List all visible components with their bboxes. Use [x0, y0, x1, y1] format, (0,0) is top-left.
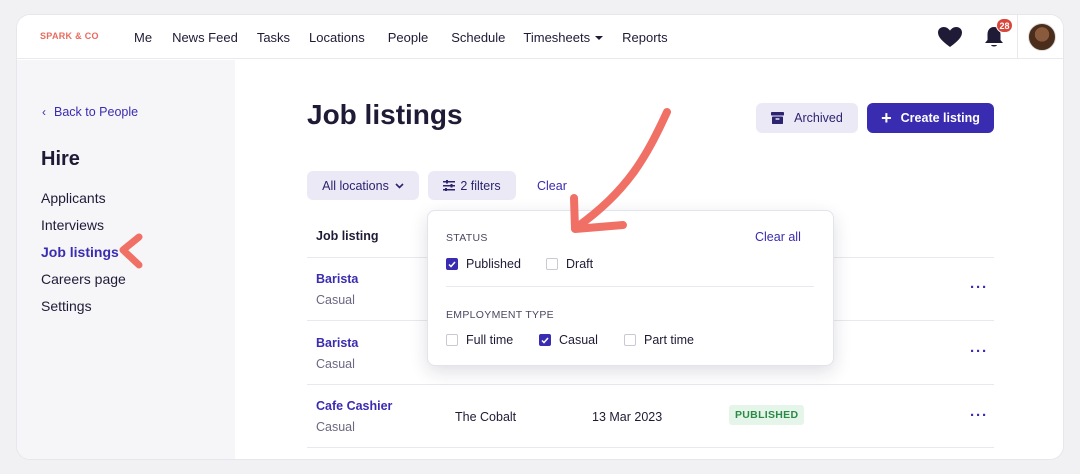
checkbox-icon[interactable]: [624, 334, 636, 346]
sidebar-item-settings[interactable]: Settings: [41, 298, 92, 314]
status-heading: STATUS: [446, 232, 488, 244]
nav-item-tasks[interactable]: Tasks: [257, 30, 290, 45]
heart-icon[interactable]: [937, 26, 963, 48]
column-header-job-listing: Job listing: [316, 229, 379, 243]
brand-logo[interactable]: SPARK & CO: [40, 31, 99, 41]
all-locations-label: All locations: [322, 178, 389, 193]
more-options-icon[interactable]: ···: [970, 279, 988, 296]
job-listing-name[interactable]: Barista: [316, 272, 358, 286]
archived-label: Archived: [794, 111, 843, 125]
archive-icon: [771, 112, 785, 124]
job-listing-type: Casual: [316, 293, 355, 307]
filters-dropdown-panel: STATUS Clear all Published Draft EMPLOYM…: [427, 210, 834, 366]
app-window: SPARK & CO Me News Feed Tasks Locations …: [16, 14, 1064, 460]
checkbox-icon[interactable]: [446, 334, 458, 346]
sidebar-item-job-listings[interactable]: Job listings: [41, 244, 119, 260]
employment-option-label: Casual: [559, 333, 598, 347]
sidebar-item-careers-page[interactable]: Careers page: [41, 271, 126, 287]
clear-all-link[interactable]: Clear all: [755, 230, 801, 244]
nav-item-timesheets-label: Timesheets: [523, 29, 591, 45]
status-option-published[interactable]: Published: [446, 257, 521, 271]
nav-item-locations[interactable]: Locations: [309, 30, 365, 45]
employment-option-part-time[interactable]: Part time: [624, 333, 694, 347]
user-avatar[interactable]: [1028, 23, 1056, 51]
caret-down-icon: [595, 36, 604, 41]
top-navigation: SPARK & CO Me News Feed Tasks Locations …: [17, 15, 1063, 59]
chevron-down-icon: [395, 182, 404, 189]
page-title: Job listings: [307, 99, 463, 130]
filters-count-label: 2 filters: [460, 178, 501, 193]
more-options-icon[interactable]: ···: [970, 407, 988, 424]
checkbox-checked-icon[interactable]: [539, 334, 551, 346]
all-locations-dropdown[interactable]: All locations: [307, 171, 419, 200]
nav-item-me[interactable]: Me: [134, 30, 152, 45]
employment-option-casual[interactable]: Casual: [539, 333, 598, 347]
status-badge: PUBLISHED: [729, 405, 805, 425]
notification-badge: 28: [996, 18, 1013, 33]
create-listing-label: Create listing: [900, 111, 980, 125]
status-option-label: Published: [466, 257, 521, 271]
job-listing-name[interactable]: Barista: [316, 336, 358, 350]
nav-links: Me News Feed Tasks Locations People Sche…: [134, 15, 668, 59]
nav-item-news-feed[interactable]: News Feed: [172, 30, 238, 45]
plus-icon: +: [881, 108, 892, 128]
sidebar-item-interviews[interactable]: Interviews: [41, 217, 104, 233]
filter-sliders-icon: [443, 180, 456, 191]
nav-item-reports[interactable]: Reports: [622, 30, 668, 45]
status-option-draft[interactable]: Draft: [546, 257, 593, 271]
chevron-left-icon: ‹: [42, 105, 46, 119]
back-to-people-link[interactable]: ‹ Back to People: [42, 105, 138, 119]
job-listing-type: Casual: [316, 357, 355, 371]
checkbox-checked-icon[interactable]: [446, 258, 458, 270]
job-listing-date: 13 Mar 2023: [592, 410, 663, 424]
employment-option-label: Full time: [466, 333, 514, 347]
employment-option-full-time[interactable]: Full time: [446, 333, 513, 347]
checkbox-icon[interactable]: [546, 258, 558, 270]
sidebar: ‹ Back to People Hire Applicants Intervi…: [17, 60, 235, 459]
nav-divider: [1017, 15, 1018, 59]
more-options-icon[interactable]: ···: [970, 343, 988, 360]
nav-item-schedule[interactable]: Schedule: [451, 30, 505, 45]
sidebar-section-title: Hire: [41, 148, 80, 170]
sidebar-item-applicants[interactable]: Applicants: [41, 190, 106, 206]
archived-button[interactable]: Archived: [756, 103, 858, 133]
create-listing-button[interactable]: + Create listing: [867, 103, 994, 133]
filters-button[interactable]: 2 filters: [428, 171, 516, 200]
employment-option-label: Part time: [644, 333, 695, 347]
nav-item-people[interactable]: People: [388, 30, 428, 45]
job-listing-location: The Cobalt: [455, 410, 517, 424]
dropdown-divider: [446, 286, 814, 287]
job-listing-type: Casual: [316, 420, 355, 434]
table-divider: [307, 384, 994, 385]
nav-item-timesheets[interactable]: Timesheets: [523, 29, 604, 45]
status-option-label: Draft: [566, 257, 594, 271]
employment-type-heading: EMPLOYMENT TYPE: [446, 309, 554, 321]
job-listing-name[interactable]: Cafe Cashier: [316, 399, 392, 413]
back-link-label: Back to People: [54, 105, 139, 119]
table-divider: [307, 447, 994, 448]
clear-filters-link[interactable]: Clear: [537, 179, 567, 193]
